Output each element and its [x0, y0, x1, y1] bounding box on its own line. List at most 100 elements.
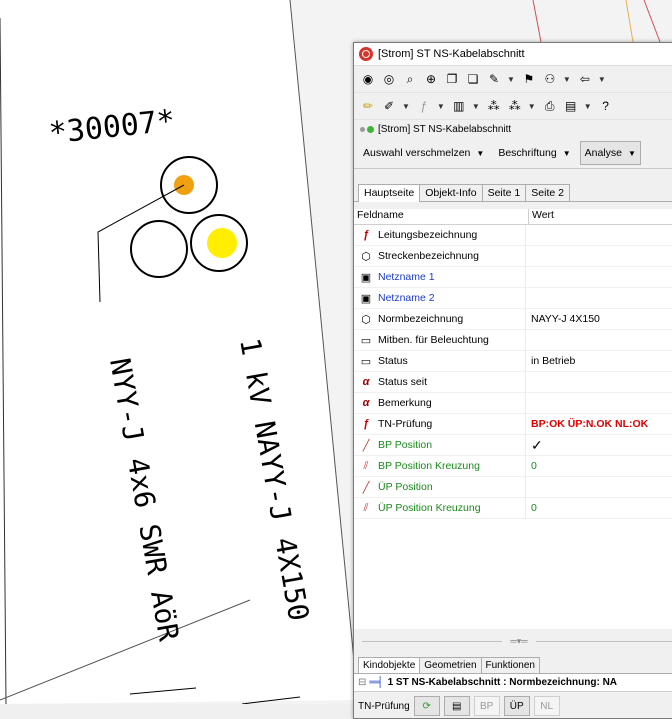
row-value[interactable]: 0 [526, 502, 537, 514]
alpha-icon: α [362, 397, 370, 409]
tab-seite-2[interactable]: Seite 2 [525, 184, 570, 201]
network-2-icon[interactable]: ⁂ [507, 98, 523, 114]
function-icon: ƒ [362, 418, 370, 430]
report-dropdown-icon[interactable]: ▼ [584, 102, 592, 111]
expand-icon[interactable]: ⊟ [358, 677, 366, 688]
chevron-down-icon: ▼ [627, 148, 636, 158]
table-row[interactable]: ƒ Leitungsbezeichnung [354, 225, 672, 246]
cross-line-icon: ⫽ [363, 501, 369, 514]
row-field-name: Normbezeichnung [378, 313, 464, 325]
select-plus-icon[interactable]: ◎ [381, 71, 397, 87]
table-row[interactable]: ⬡ Normbezeichnung NAYY-J 4X150 [354, 309, 672, 330]
zoom-icon[interactable]: ⌕ [402, 71, 418, 87]
row-value[interactable]: 0 [526, 460, 537, 472]
print-icon[interactable]: ⎙ [542, 98, 558, 114]
brush-dropdown-icon[interactable]: ▼ [402, 102, 410, 111]
row-value[interactable]: ✓ [526, 437, 543, 454]
function-icon: ƒ [362, 229, 370, 241]
row-field-name: Netzname 2 [378, 292, 435, 304]
row-field-name: ÜP Position Kreuzung [378, 502, 481, 514]
tab-hauptseite[interactable]: Hauptseite [358, 184, 421, 202]
row-field-name: Bemerkung [378, 397, 432, 409]
chevron-down-icon: ▼ [562, 148, 571, 158]
table-row[interactable]: ⫽ BP Position Kreuzung 0 [354, 456, 672, 477]
brush-icon[interactable]: ✐ [381, 98, 397, 114]
table-row[interactable]: ⫽ ÜP Position Kreuzung 0 [354, 498, 672, 519]
window-titlebar[interactable]: [Strom] ST NS-Kabelabschnitt [354, 43, 672, 66]
tab-kindobjekte[interactable]: Kindobjekte [358, 657, 421, 673]
tab-geometrien[interactable]: Geometrien [419, 657, 482, 673]
zoom-plus-icon[interactable]: ⊕ [423, 71, 439, 87]
select-icon[interactable]: ◉ [360, 71, 376, 87]
table-row[interactable]: ▣ Netzname 1 [354, 267, 672, 288]
network-icon[interactable]: ⁂ [486, 98, 502, 114]
row-field-name: Status [378, 355, 408, 367]
table-row[interactable]: α Status seit [354, 372, 672, 393]
dropdown-bar: Auswahl verschmelzen ▼ Beschriftung ▼ An… [354, 138, 672, 169]
filter-icon[interactable]: ⚑ [521, 71, 537, 87]
row-field-name: Mitben. für Beleuchtung [378, 334, 489, 346]
child-object-row[interactable]: ⊟ ═╡ 1 ST NS-Kabelabschnitt : Normbezeic… [354, 674, 672, 692]
grid-header: Feldname Wert [354, 209, 672, 225]
refresh-button[interactable]: ⟳ [413, 696, 440, 716]
labeling-dropdown[interactable]: Beschriftung ▼ [493, 141, 575, 165]
row-value[interactable]: in Betrieb [526, 355, 575, 367]
tab-funktionen[interactable]: Funktionen [480, 657, 540, 673]
tab-objekt-info[interactable]: Objekt-Info [419, 184, 483, 201]
merge-selection-label: Auswahl verschmelzen [363, 147, 471, 159]
back-dropdown-icon[interactable]: ▼ [598, 75, 606, 84]
toolbar-1: ◉ ◎ ⌕ ⊕ ❐ ❏ ✎ ▼ ⚑ ⚇ ▼ ⇦ ▼ [354, 66, 672, 93]
chart-dropdown-icon[interactable]: ▼ [472, 102, 480, 111]
merge-selection-dropdown[interactable]: Auswahl verschmelzen ▼ [358, 141, 489, 165]
up-button[interactable]: ÜP [503, 696, 530, 716]
table-row[interactable]: ╱ BP Position ✓ [354, 435, 672, 456]
row-field-name: BP Position [378, 439, 433, 451]
table-row[interactable]: ╱ ÜP Position [354, 477, 672, 498]
binoculars-icon[interactable]: ⚇ [542, 71, 558, 87]
row-field-name: ÜP Position [378, 481, 433, 493]
tn-check-label: TN-Prüfung [358, 700, 410, 712]
function-dropdown-icon[interactable]: ▼ [437, 102, 445, 111]
table-row[interactable]: α Bemerkung [354, 393, 672, 414]
alpha-icon: α [362, 376, 370, 388]
panel-splitter[interactable]: ═▾═ [354, 629, 672, 653]
edit-dropdown-icon[interactable]: ▼ [507, 75, 515, 84]
row-field-name: TN-Prüfung [378, 418, 433, 430]
main-tabs: Hauptseite Objekt-Info Seite 1 Seite 2 [354, 179, 672, 202]
bottom-panel: ═▾═ Kindobjekte Geometrien Funktionen ⊟ … [354, 629, 672, 718]
row-field-name: Leitungsbezeichnung [378, 229, 478, 241]
paste-icon[interactable]: ❏ [465, 71, 481, 87]
edit-icon[interactable]: ✎ [486, 71, 502, 87]
chevron-down-icon: ▼ [476, 148, 485, 158]
table-icon: ▭ [360, 334, 372, 347]
labeling-label: Beschriftung [498, 147, 557, 159]
table-row[interactable]: ▣ Netzname 2 [354, 288, 672, 309]
row-value[interactable]: NAYY-J 4X150 [526, 313, 600, 325]
pencil-icon[interactable]: ✏ [360, 98, 376, 114]
cross-line-icon: ⫽ [363, 459, 369, 472]
list-button[interactable]: ▤ [443, 696, 470, 716]
header-feldname[interactable]: Feldname [354, 209, 529, 224]
chart-icon[interactable]: ▥ [451, 98, 467, 114]
status-green-dot-icon [367, 125, 374, 133]
properties-window[interactable]: [Strom] ST NS-Kabelabschnitt ◉ ◎ ⌕ ⊕ ❐ ❏… [353, 42, 672, 719]
table-row[interactable]: ▭ Status in Betrieb [354, 351, 672, 372]
tab-seite-1[interactable]: Seite 1 [481, 184, 527, 201]
report-icon[interactable]: ▤ [563, 98, 579, 114]
back-icon[interactable]: ⇦ [577, 71, 593, 87]
network-dropdown-icon[interactable]: ▼ [528, 102, 536, 111]
cable-segment-icon: ═╡ [369, 677, 384, 688]
analysis-dropdown[interactable]: Analyse ▼ [579, 141, 641, 165]
help-icon[interactable]: ? [598, 98, 614, 114]
table-row[interactable]: ▭ Mitben. für Beleuchtung [354, 330, 672, 351]
function-tool-icon[interactable]: ƒ [416, 98, 432, 114]
binoculars-dropdown-icon[interactable]: ▼ [563, 75, 571, 84]
table-row[interactable]: ƒ TN-Prüfung BP:OK ÜP:N.OK NL:OK [354, 414, 672, 435]
nl-button[interactable]: NL [533, 696, 560, 716]
copy-icon[interactable]: ❐ [444, 71, 460, 87]
row-field-name: BP Position Kreuzung [378, 460, 480, 472]
table-row[interactable]: ⬡ Streckenbezeichnung [354, 246, 672, 267]
header-wert[interactable]: Wert [529, 209, 554, 224]
bp-button[interactable]: BP [473, 696, 500, 716]
row-value[interactable]: BP:OK ÜP:N.OK NL:OK [526, 418, 648, 430]
